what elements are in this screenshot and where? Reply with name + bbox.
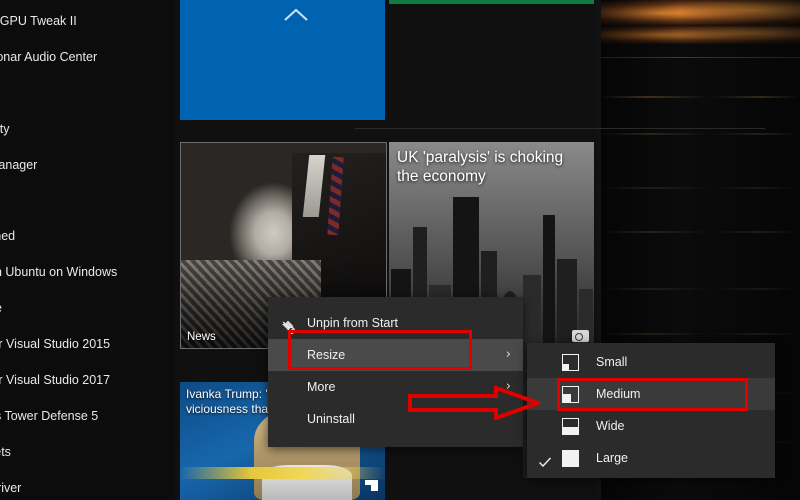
list-item[interactable]: Xonar Audio Center [0, 49, 175, 66]
app-name: ge [0, 300, 175, 317]
tile-blue-chevron[interactable] [180, 0, 385, 120]
tile-watchlist[interactable]: Watchlist [389, 0, 594, 4]
annotation-arrow-right [408, 385, 544, 421]
list-item[interactable]: Manager [0, 157, 175, 174]
tile-group-divider [355, 128, 765, 129]
annotation-box-resize [288, 330, 472, 370]
list-item[interactable]: S GPU Tweak II [0, 13, 175, 30]
app-name: S GPU Tweak II [0, 14, 77, 28]
list-item[interactable]: icity [0, 121, 175, 138]
app-name: Manager [0, 158, 38, 172]
tile-size-wide-icon [562, 418, 579, 435]
list-item[interactable]: n [0, 85, 175, 102]
list-item[interactable]: shed [0, 228, 175, 245]
list-item[interactable]: ns Tower Defense 5 [0, 408, 175, 425]
app-name: Driver [0, 481, 22, 495]
all-apps-list[interactable]: S GPU Tweak II Xonar Audio Center n icit… [0, 0, 175, 500]
screen-root: S GPU Tweak II Xonar Audio Center n icit… [0, 0, 800, 500]
app-name: icity [0, 122, 10, 136]
list-item[interactable]: for Visual Studio 2017 [0, 372, 175, 389]
list-item[interactable]: for Visual Studio 2015 [0, 336, 175, 353]
app-name: on Ubuntu on Windows [0, 265, 118, 279]
check-icon [538, 449, 552, 468]
app-name: n [0, 85, 175, 102]
context-menu-item-more-label: More [307, 380, 336, 394]
list-item[interactable]: Driver [0, 480, 175, 497]
context-menu-item-uninstall-label: Uninstall [307, 412, 355, 426]
tile-news-label: News [187, 331, 216, 343]
app-name: for Visual Studio 2015 [0, 337, 111, 351]
annotation-box-medium [557, 378, 748, 411]
list-item[interactable]: on Ubuntu on Windows [0, 264, 175, 281]
submenu-item-small[interactable]: Small [527, 346, 775, 378]
submenu-item-small-label: Small [596, 355, 628, 369]
camera-icon [572, 330, 589, 342]
chevron-right-icon: › [505, 347, 511, 362]
app-name: shed [0, 229, 16, 243]
submenu-item-large[interactable]: Large [527, 442, 775, 474]
ivanka-stripe [180, 466, 385, 479]
list-item[interactable]: ge [0, 300, 175, 317]
app-name: ns Tower Defense 5 [0, 409, 99, 423]
submenu-item-wide[interactable]: Wide [527, 410, 775, 442]
list-item[interactable]: kets [0, 444, 175, 461]
app-name: kets [0, 445, 11, 459]
tile-size-small-icon [562, 354, 579, 371]
tile-size-large-icon [562, 450, 579, 467]
submenu-item-wide-label: Wide [596, 419, 625, 433]
submenu-item-large-label: Large [596, 451, 628, 465]
tile-headline-text: UK 'paralysis' is choking the economy [397, 149, 564, 185]
tile-context-menu: Unpin from Start Resize › More › Uninsta… [268, 297, 523, 447]
app-name: for Visual Studio 2017 [0, 373, 111, 387]
app-name: Xonar Audio Center [0, 50, 98, 64]
